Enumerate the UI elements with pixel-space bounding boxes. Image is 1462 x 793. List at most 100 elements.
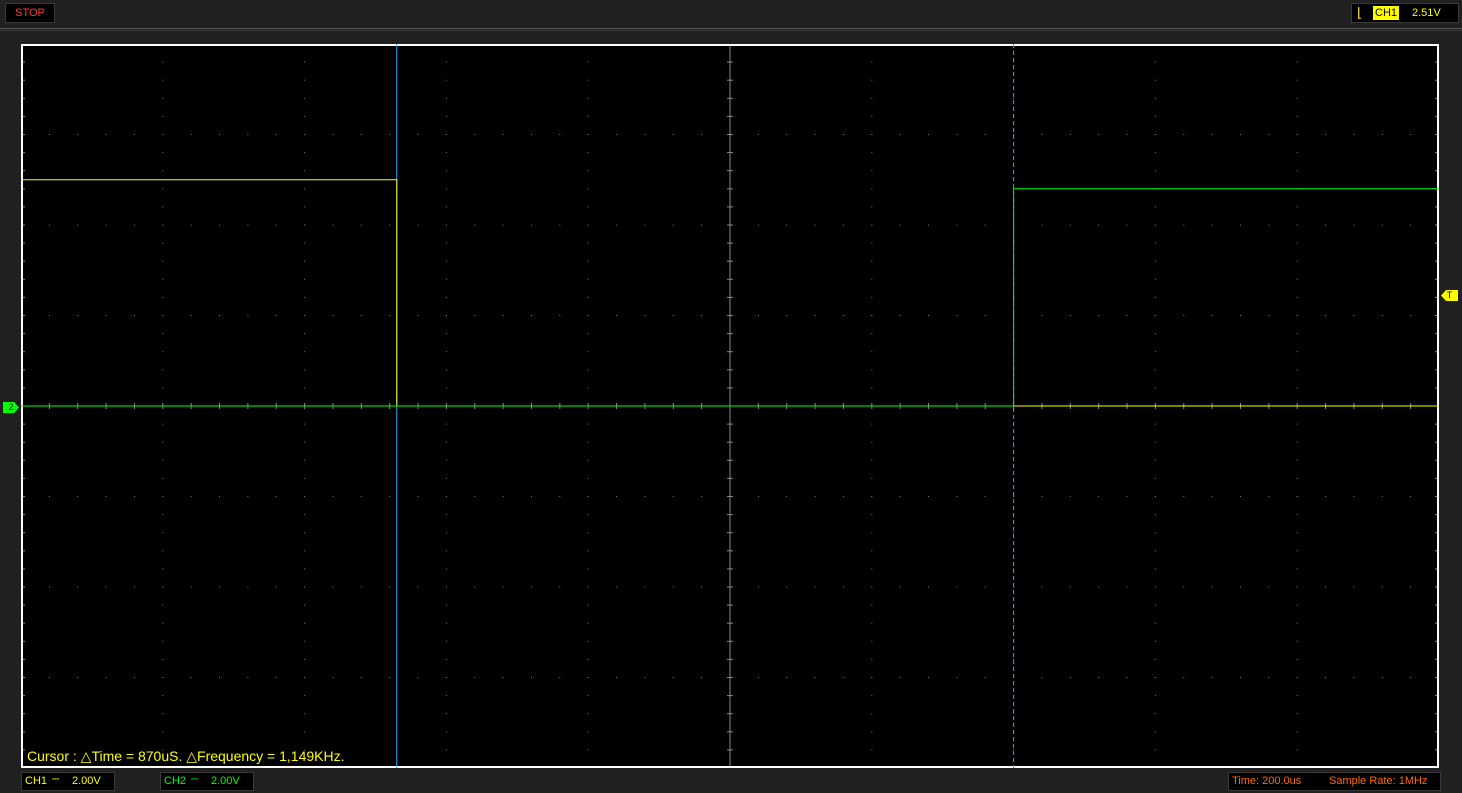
grid-dot bbox=[1381, 134, 1383, 135]
grid-dot bbox=[956, 315, 958, 316]
grid-dot bbox=[445, 749, 447, 751]
grid-dot bbox=[1353, 496, 1355, 497]
grid-dot bbox=[445, 333, 447, 335]
grid-dot bbox=[417, 315, 419, 316]
grid-dot bbox=[1296, 731, 1298, 733]
ch1-settings[interactable]: CH1 ⎓ 2.00V bbox=[21, 772, 115, 791]
grid-dot bbox=[162, 658, 164, 660]
grid-dot bbox=[247, 496, 249, 497]
grid-dot bbox=[1013, 441, 1015, 443]
grid-dot bbox=[984, 677, 986, 678]
grid-dot bbox=[304, 206, 306, 208]
grid-dot bbox=[587, 296, 589, 298]
grid-dot bbox=[275, 496, 277, 497]
grid-dot bbox=[445, 423, 447, 425]
grid-dot bbox=[304, 296, 306, 298]
grid-dot bbox=[190, 677, 192, 678]
grid-dot bbox=[389, 586, 391, 588]
grid-dot bbox=[304, 586, 306, 588]
grid-dot bbox=[587, 152, 589, 154]
grid-dot bbox=[786, 134, 788, 135]
grid-dot bbox=[1154, 387, 1156, 389]
grid-dot bbox=[474, 315, 476, 316]
grid-dot bbox=[133, 677, 135, 678]
grid-dot bbox=[1410, 224, 1412, 226]
trigger-level: 2.51V bbox=[1412, 7, 1441, 19]
grid-dot bbox=[559, 677, 561, 678]
grid-dot bbox=[1381, 677, 1383, 678]
grid-dot bbox=[162, 586, 164, 588]
grid-dot bbox=[871, 188, 873, 190]
grid-dot bbox=[304, 423, 306, 425]
ch2-volts-div: 2.00V bbox=[211, 775, 240, 787]
grid-dot bbox=[48, 496, 50, 497]
grid-dot bbox=[445, 260, 447, 262]
grid-dot bbox=[1154, 79, 1156, 81]
grid-dot bbox=[1154, 242, 1156, 244]
grid-dot bbox=[275, 677, 277, 678]
grid-dot bbox=[928, 315, 929, 316]
grid-dot bbox=[1296, 640, 1298, 642]
grid-dot bbox=[1154, 713, 1156, 715]
grid-dot bbox=[587, 260, 589, 262]
grid-dot bbox=[1296, 170, 1298, 172]
grid-dot bbox=[1069, 677, 1071, 678]
waveform-display[interactable] bbox=[21, 44, 1439, 768]
grid-dot bbox=[1296, 152, 1298, 154]
grid-dot bbox=[445, 206, 447, 208]
falling-edge-icon: ⌊ bbox=[1357, 5, 1363, 20]
grid-dot bbox=[1154, 260, 1156, 262]
grid-dot bbox=[1296, 514, 1298, 516]
time-per-div: Time: 200.0us bbox=[1232, 775, 1302, 787]
grid-dot bbox=[304, 550, 306, 552]
grid-dot bbox=[871, 351, 873, 353]
grid-dot bbox=[899, 496, 901, 497]
grid-dot bbox=[587, 677, 589, 678]
grid-dot bbox=[757, 315, 759, 316]
grid-dot bbox=[445, 134, 447, 135]
grid-dot bbox=[162, 170, 164, 172]
grid-dot bbox=[360, 134, 362, 135]
grid-dot bbox=[786, 496, 788, 497]
ch2-settings[interactable]: CH2 ⎓ 2.00V bbox=[160, 772, 254, 791]
grid-dot bbox=[445, 97, 447, 99]
grid-dot bbox=[162, 532, 164, 534]
grid-dot bbox=[1296, 242, 1298, 244]
grid-dot bbox=[928, 586, 929, 588]
grid-dot bbox=[190, 134, 192, 135]
grid-dot bbox=[1154, 640, 1156, 642]
grid-dot bbox=[190, 496, 192, 497]
grid-dot bbox=[1211, 134, 1213, 135]
grid-dot bbox=[162, 61, 164, 63]
grid-dot bbox=[1240, 677, 1241, 678]
grid-dot bbox=[1154, 333, 1156, 335]
grid-dot bbox=[1098, 496, 1100, 497]
grid-dot bbox=[1154, 278, 1156, 280]
grid-dot bbox=[1041, 677, 1043, 678]
grid-dot bbox=[1381, 315, 1383, 316]
grid-dot bbox=[956, 586, 958, 588]
grid-dot bbox=[304, 333, 306, 335]
timebase-status[interactable]: Time: 200.0us Sample Rate: 1MHz bbox=[1228, 772, 1441, 791]
grid-dot bbox=[1154, 97, 1156, 99]
grid-dot bbox=[77, 315, 79, 316]
grid-dot bbox=[871, 315, 873, 316]
grid-dot bbox=[587, 514, 589, 516]
grid-dot bbox=[587, 477, 589, 479]
grid-dot bbox=[1154, 658, 1156, 660]
grid-dot bbox=[644, 134, 646, 135]
grid-dot bbox=[1013, 622, 1015, 624]
grid-dot bbox=[1296, 97, 1298, 99]
grid-dot bbox=[1296, 749, 1298, 751]
grid-dot bbox=[587, 749, 589, 751]
grid-dot bbox=[360, 677, 362, 678]
grid-dot bbox=[1154, 532, 1156, 534]
ch2-ground-marker[interactable]: 2 bbox=[3, 402, 19, 413]
grid-dot bbox=[162, 568, 164, 570]
trigger-info[interactable]: ⌊ CH1 2.51V bbox=[1351, 3, 1459, 23]
run-stop-badge[interactable]: STOP bbox=[5, 3, 55, 23]
grid-dot bbox=[417, 496, 419, 497]
grid-dot bbox=[814, 496, 816, 497]
grid-dot bbox=[587, 315, 589, 316]
trigger-level-marker[interactable]: T bbox=[1441, 290, 1458, 301]
